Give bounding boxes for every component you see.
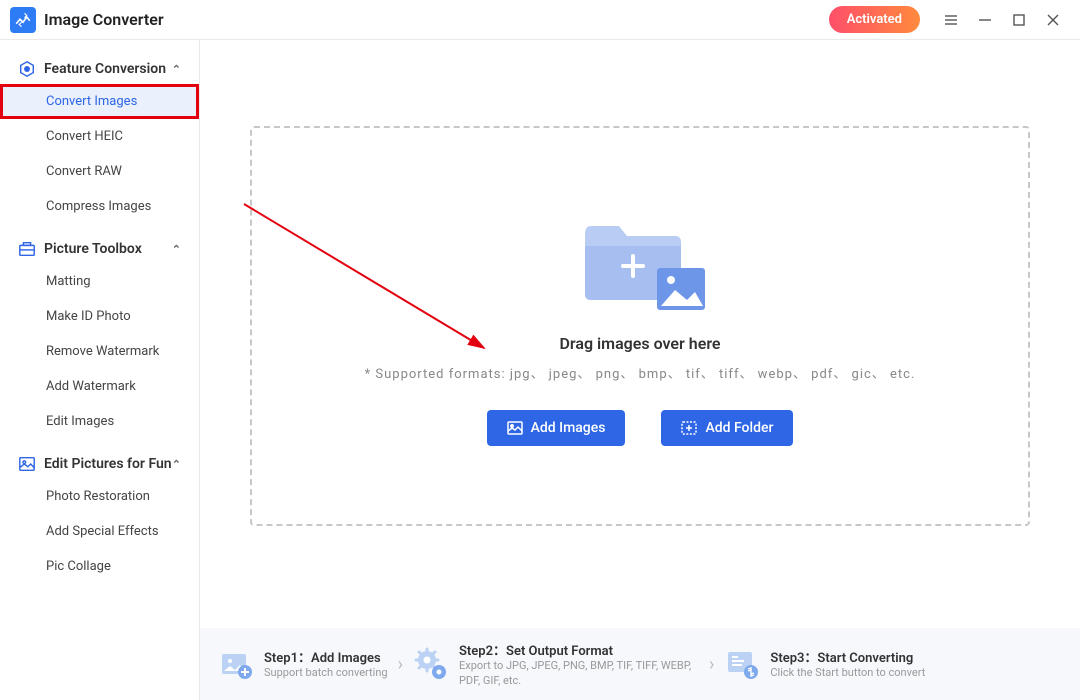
app-title: Image Converter: [44, 10, 164, 29]
hexagon-icon: [18, 60, 36, 78]
section-label: Edit Pictures for Fun: [44, 456, 172, 472]
chevron-right-icon: ›: [398, 654, 403, 675]
sidebar-item-add-watermark[interactable]: Add Watermark: [0, 369, 199, 404]
chevron-up-icon: ⌃: [172, 243, 181, 256]
content-area: Drag images over here * Supported format…: [200, 40, 1080, 700]
sidebar-item-remove-watermark[interactable]: Remove Watermark: [0, 334, 199, 369]
picture-icon: [18, 455, 36, 473]
step-settings-icon: [413, 646, 449, 682]
step-desc: Click the Start button to convert: [770, 666, 925, 680]
sidebar-item-convert-images[interactable]: Convert Images: [0, 84, 199, 119]
section-label: Picture Toolbox: [44, 241, 142, 257]
drag-text: Drag images over here: [559, 334, 720, 353]
image-icon: [507, 420, 523, 436]
sidebar-item-photo-restoration[interactable]: Photo Restoration: [0, 479, 199, 514]
maximize-icon[interactable]: [1002, 5, 1036, 35]
chevron-right-icon: ›: [709, 654, 714, 675]
app-logo-icon: [10, 7, 36, 33]
sidebar-item-add-special-effects[interactable]: Add Special Effects: [0, 514, 199, 549]
sidebar-item-convert-heic[interactable]: Convert HEIC: [0, 119, 199, 154]
step-desc: Export to JPG, JPEG, PNG, BMP, TIF, TIFF…: [459, 659, 699, 688]
section-picture-toolbox[interactable]: Picture Toolbox ⌃: [0, 234, 199, 264]
chevron-up-icon: ⌃: [172, 63, 181, 76]
folder-plus-icon: [681, 420, 697, 436]
step-title: Step1：Add Images: [264, 647, 388, 666]
close-icon[interactable]: [1036, 5, 1070, 35]
section-feature-conversion[interactable]: Feature Conversion ⌃: [0, 54, 199, 84]
sidebar-item-edit-images[interactable]: Edit Images: [0, 404, 199, 439]
section-edit-pictures-for-fun[interactable]: Edit Pictures for Fun ⌃: [0, 449, 199, 479]
step-add-icon: [218, 646, 254, 682]
titlebar: Image Converter Activated: [0, 0, 1080, 40]
add-folder-button[interactable]: Add Folder: [661, 410, 793, 446]
sidebar-item-matting[interactable]: Matting: [0, 264, 199, 299]
sidebar-item-pic-collage[interactable]: Pic Collage: [0, 549, 199, 584]
step-desc: Support batch converting: [264, 666, 388, 680]
step-3: Step3：Start Converting Click the Start b…: [724, 646, 925, 682]
step-title: Step3：Start Converting: [770, 647, 925, 666]
step-convert-icon: [724, 646, 760, 682]
minimize-icon[interactable]: [968, 5, 1002, 35]
folder-illustration-icon: [575, 206, 705, 316]
dropzone[interactable]: Drag images over here * Supported format…: [250, 126, 1030, 526]
activated-badge[interactable]: Activated: [829, 6, 920, 33]
step-title: Step2：Set Output Format: [459, 640, 699, 659]
add-images-button[interactable]: Add Images: [487, 410, 626, 446]
steps-bar: Step1：Add Images Support batch convertin…: [200, 628, 1080, 700]
hamburger-menu-icon[interactable]: [934, 5, 968, 35]
sidebar-item-convert-raw[interactable]: Convert RAW: [0, 154, 199, 189]
step-1: Step1：Add Images Support batch convertin…: [218, 646, 388, 682]
supported-formats-text: * Supported formats: jpg、 jpeg、 png、 bmp…: [365, 363, 916, 382]
sidebar-item-compress-images[interactable]: Compress Images: [0, 189, 199, 224]
chevron-up-icon: ⌃: [172, 458, 181, 471]
sidebar: Feature Conversion ⌃ Convert Images Conv…: [0, 40, 200, 700]
toolbox-icon: [18, 240, 36, 258]
sidebar-item-make-id-photo[interactable]: Make ID Photo: [0, 299, 199, 334]
step-2: Step2：Set Output Format Export to JPG, J…: [413, 640, 699, 688]
section-label: Feature Conversion: [44, 61, 166, 77]
